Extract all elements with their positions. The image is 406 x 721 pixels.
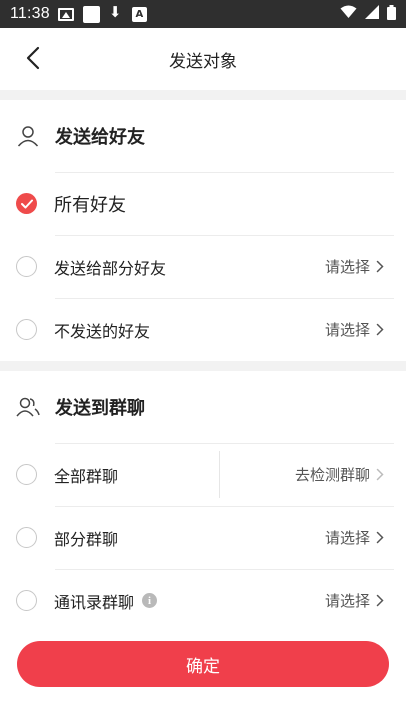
image-icon [57, 7, 74, 21]
chevron-left-icon [26, 46, 40, 70]
check-icon[interactable] [16, 193, 37, 214]
option-label: 通讯录群聊 [54, 592, 135, 612]
option-label: 全部群聊 [54, 466, 119, 486]
nav-bar: 发送对象 [0, 28, 406, 90]
radio-icon[interactable] [16, 527, 37, 548]
confirm-button[interactable]: 确定 [17, 641, 389, 687]
option-label: 发送给部分好友 [54, 258, 167, 278]
select-link[interactable]: 请选择 [325, 319, 384, 340]
option-label: 部分群聊 [54, 529, 119, 549]
option-label-wrap: 通讯录群聊 i [54, 589, 325, 613]
group-icon [16, 395, 40, 419]
chevron-right-icon [376, 323, 384, 336]
option-label: 所有好友 [54, 194, 126, 216]
square-icon [82, 5, 100, 23]
chevron-right-icon [376, 468, 384, 481]
groups-section-title: 发送到群聊 [55, 398, 145, 419]
radio-icon[interactable] [16, 590, 37, 611]
wifi-icon [340, 5, 357, 23]
a-icon: A [131, 6, 147, 22]
select-link[interactable]: 请选择 [325, 527, 384, 548]
option-all-friends[interactable]: 所有好友 [0, 172, 406, 235]
select-label: 请选择 [324, 529, 370, 547]
chevron-right-icon [376, 260, 384, 273]
option-excluded-friends[interactable]: 不发送的好友 请选择 [0, 298, 406, 361]
battery-icon [387, 4, 396, 24]
check-groups-label: 去检测群聊 [294, 466, 370, 484]
groups-section-header: 发送到群聊 [0, 371, 406, 443]
friends-section-title: 发送给好友 [55, 127, 145, 148]
radio-icon[interactable] [16, 319, 37, 340]
status-time: 11:38 [10, 5, 50, 22]
chevron-right-icon [376, 594, 384, 607]
select-label: 请选择 [324, 592, 370, 610]
page-title: 发送对象 [169, 51, 237, 72]
option-some-friends[interactable]: 发送给部分好友 请选择 [0, 235, 406, 298]
check-groups-link[interactable]: 去检测群聊 [295, 464, 384, 485]
option-some-groups[interactable]: 部分群聊 请选择 [0, 506, 406, 569]
option-all-groups[interactable]: 全部群聊 去检测群聊 [0, 443, 406, 506]
person-icon [16, 124, 40, 148]
option-contact-groups[interactable]: 通讯录群聊 i 请选择 [0, 569, 406, 632]
section-divider [0, 90, 406, 100]
vertical-divider [219, 451, 220, 498]
radio-icon[interactable] [16, 464, 37, 485]
section-divider [0, 361, 406, 371]
select-label: 请选择 [324, 258, 370, 276]
cellular-icon [365, 5, 379, 23]
select-link[interactable]: 请选择 [325, 256, 384, 277]
option-label: 不发送的好友 [54, 321, 151, 341]
download-icon [109, 3, 123, 22]
friends-section-header: 发送给好友 [0, 100, 406, 172]
confirm-wrapper: 确定 [17, 641, 389, 687]
chevron-right-icon [376, 531, 384, 544]
select-link[interactable]: 请选择 [325, 590, 384, 611]
select-label: 请选择 [324, 321, 370, 339]
status-bar: 11:38 A [0, 0, 406, 28]
radio-icon[interactable] [16, 256, 37, 277]
back-button[interactable] [18, 43, 48, 73]
info-icon[interactable]: i [142, 593, 158, 608]
